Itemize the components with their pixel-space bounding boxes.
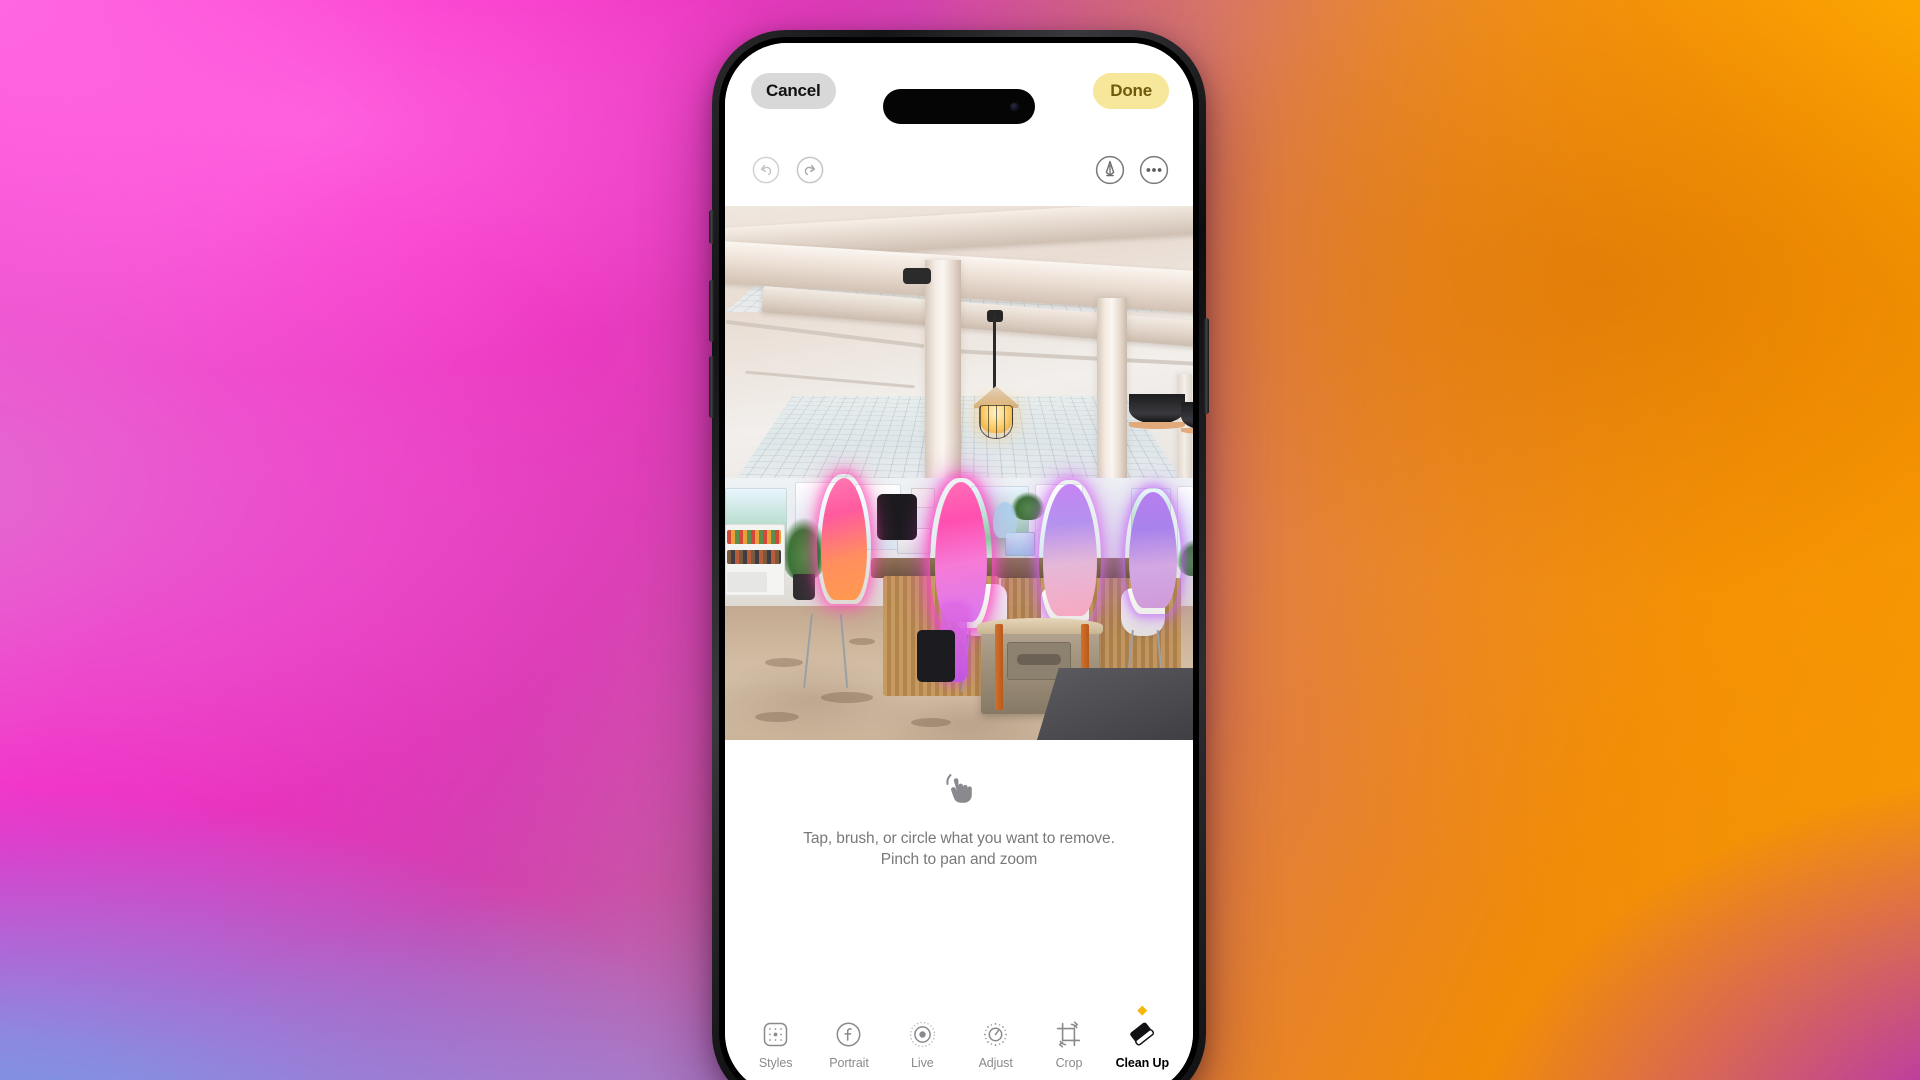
tool-clean-up[interactable]: ◆ Clean Up <box>1109 1002 1175 1070</box>
tool-label: Adjust <box>978 1056 1013 1070</box>
shelf-box <box>727 572 767 592</box>
tool-label: Styles <box>758 1056 793 1070</box>
undo-arrow-icon <box>752 156 780 184</box>
tap-hand-icon <box>946 774 972 803</box>
pendant-lamp-cage <box>979 405 1013 439</box>
silent-switch[interactable] <box>709 210 714 244</box>
dynamic-island <box>883 89 1035 124</box>
volume-down-button[interactable] <box>709 356 714 418</box>
backpack <box>877 494 917 540</box>
person-background <box>993 502 1017 538</box>
tote-bag-slot <box>1017 654 1061 665</box>
tool-label: Crop <box>1055 1056 1083 1070</box>
shelf-products <box>727 530 781 544</box>
lamp-cord <box>993 314 996 390</box>
crop-rotate-icon <box>1055 1019 1082 1049</box>
redo-arrow-icon <box>796 156 824 184</box>
undo-button[interactable] <box>747 151 785 189</box>
more-ellipsis-icon <box>1139 155 1169 185</box>
dome-lamp-rim <box>1129 422 1185 429</box>
adjust-dial-icon <box>982 1019 1009 1049</box>
tool-crop[interactable]: Crop <box>1036 1005 1102 1070</box>
shelf-products <box>727 550 781 564</box>
markup-pen-icon <box>1095 155 1125 185</box>
done-button[interactable]: Done <box>1093 73 1169 109</box>
cleanup-hint-panel: Tap, brush, or circle what you want to r… <box>725 740 1193 955</box>
eraser-icon <box>1127 1019 1157 1049</box>
tool-styles[interactable]: Styles <box>743 1005 809 1070</box>
more-options-button[interactable] <box>1135 151 1173 189</box>
tool-label: Live <box>911 1056 934 1070</box>
phone-bezel: Cancel Done Tap, brush, or circle what y… <box>719 37 1199 1080</box>
photo-canvas[interactable] <box>725 206 1193 740</box>
hint-line-2: Pinch to pan and zoom <box>880 851 1038 869</box>
editor-bottom-toolbar: Styles Portrait Live Adjust Crop ◆ Clean… <box>725 999 1193 1080</box>
phone-screen: Cancel Done Tap, brush, or circle what y… <box>725 43 1193 1080</box>
tool-portrait[interactable]: Portrait <box>816 1005 882 1070</box>
portrait-f-icon <box>835 1019 862 1049</box>
live-photo-icon <box>909 1019 936 1049</box>
security-camera-icon <box>903 268 931 284</box>
tool-label: Clean Up <box>1115 1056 1169 1070</box>
markup-button[interactable] <box>1091 151 1129 189</box>
floor-mark <box>821 692 873 703</box>
tool-live[interactable]: Live <box>889 1005 955 1070</box>
floor-bag <box>917 630 955 682</box>
bar-counter-top <box>871 558 1145 578</box>
floor-mark <box>911 718 951 727</box>
dome-lamp <box>1129 394 1185 424</box>
tool-label: Portrait <box>829 1056 869 1070</box>
phone-device-mockup: Cancel Done Tap, brush, or circle what y… <box>709 30 1209 1080</box>
power-button[interactable] <box>1204 318 1209 414</box>
tool-adjust[interactable]: Adjust <box>963 1005 1029 1070</box>
cancel-button[interactable]: Cancel <box>751 73 836 109</box>
floor-mark <box>765 658 803 667</box>
floor-mark <box>849 638 875 645</box>
sparkle-badge-icon: ◆ <box>1137 1002 1148 1017</box>
foreground-counter <box>1037 668 1193 740</box>
photo-scene <box>725 206 1193 740</box>
cleanup-hint-text: Tap, brush, or circle what you want to r… <box>781 828 1137 871</box>
face-id-sensor-icon <box>1010 102 1019 111</box>
styles-grid-icon <box>762 1019 789 1049</box>
redo-button[interactable] <box>791 151 829 189</box>
floor-mark <box>755 712 799 722</box>
editor-toolrow <box>725 139 1193 205</box>
plant-pot <box>793 574 815 600</box>
tote-bag-strap <box>995 624 1003 710</box>
volume-up-button[interactable] <box>709 280 714 342</box>
hint-line-1: Tap, brush, or circle what you want to r… <box>803 830 1115 847</box>
